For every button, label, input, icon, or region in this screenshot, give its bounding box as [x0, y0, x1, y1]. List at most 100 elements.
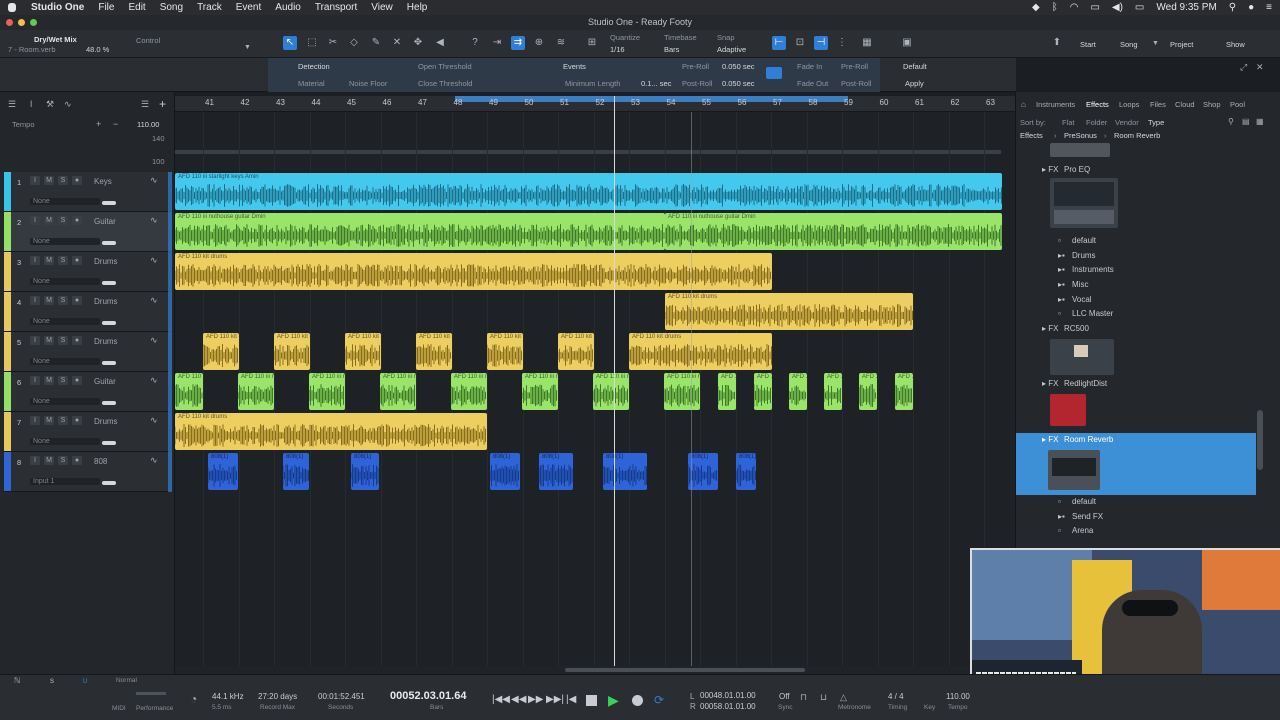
ruler-bar-number[interactable]: 52	[596, 98, 605, 107]
ripple-icon[interactable]: ≋	[554, 36, 568, 50]
track-record-button[interactable]: ●	[72, 176, 82, 185]
tempo-transport-value[interactable]: 110.00	[946, 692, 970, 701]
track-header[interactable]: 7 I M S ● Drums ∿ None	[4, 412, 172, 452]
browser-tab-loops[interactable]: Loops	[1119, 100, 1139, 109]
audio-clip[interactable]: AFD 110 kit drums	[345, 333, 381, 370]
sort-flat[interactable]: Flat	[1062, 118, 1075, 127]
bluetooth-icon[interactable]: ᛒ	[1052, 2, 1058, 13]
stop-button[interactable]	[586, 695, 597, 706]
ruler-bar-number[interactable]: 46	[383, 98, 392, 107]
browser-home-icon[interactable]: ⌂	[1021, 100, 1026, 109]
browser-item-rc500[interactable]: RC500	[1064, 324, 1089, 333]
track-color-swatch[interactable]	[4, 292, 11, 331]
audio-clip[interactable]: 808(1)	[603, 453, 647, 490]
track-list-menu-icon[interactable]: ☰	[8, 99, 16, 110]
audio-clip[interactable]: AFD 110 iii nuthouse guitar Dmin	[380, 373, 416, 410]
split-tool-icon[interactable]: ✂	[326, 36, 340, 50]
audio-clip[interactable]: AFD 110 iii nuthouse guitar Dmin	[309, 373, 345, 410]
menu-view[interactable]: View	[371, 2, 393, 13]
menu-app-name[interactable]: Studio One	[31, 2, 84, 13]
track-input-select[interactable]: None	[30, 398, 100, 405]
menu-song[interactable]: Song	[160, 2, 183, 13]
audio-clip[interactable]: AFD 110 kit drums	[487, 333, 523, 370]
sync-off-value[interactable]: Off	[779, 692, 790, 701]
track-header[interactable]: 8 I M S ● 808 ∿ Input 1	[4, 452, 172, 492]
track-monitor-button[interactable]: I	[30, 176, 40, 185]
sort-type[interactable]: Type	[1148, 118, 1164, 127]
browser-tab-effects[interactable]: Effects	[1086, 100, 1109, 109]
minimum-length-value[interactable]: 0.1... sec	[641, 79, 671, 88]
menu-audio[interactable]: Audio	[275, 2, 301, 13]
track-solo-button[interactable]: S	[58, 216, 68, 225]
browser-tab-cloud[interactable]: Cloud	[1175, 100, 1195, 109]
breadcrumb-presonus[interactable]: PreSonus	[1064, 131, 1097, 140]
track-name[interactable]: Guitar	[94, 377, 116, 386]
track-volume-knob[interactable]	[102, 241, 116, 245]
dropbox-icon[interactable]: ◆	[1032, 2, 1040, 13]
track-color-swatch[interactable]	[4, 452, 11, 491]
eraser-tool-icon[interactable]: ◇	[347, 36, 361, 50]
audio-clip[interactable]: AFD 110 kit drums	[558, 333, 594, 370]
audio-clip[interactable]: AFD 110 iii nuthouse guitar Dmin	[754, 373, 772, 410]
track-list-footer-icon[interactable]: ℕ	[14, 676, 20, 685]
song-dropdown-icon[interactable]: ▼	[1152, 40, 1159, 47]
listen-tool-icon[interactable]: ◀	[433, 36, 447, 50]
track-input-select[interactable]: None	[30, 278, 100, 285]
track-volume-knob[interactable]	[102, 361, 116, 365]
precount-icon[interactable]: ⊔	[820, 692, 827, 703]
track-mute-button[interactable]: M	[44, 296, 54, 305]
track-record-button[interactable]: ●	[72, 416, 82, 425]
browser-item-default[interactable]: default	[1072, 236, 1096, 245]
add-track-icon[interactable]: +	[159, 97, 166, 111]
audio-clip[interactable]: AFD 110 iii nuthouse guitar Dmin	[859, 373, 877, 410]
audio-clip[interactable]: AFD 110 iii starlight keys Amin	[175, 173, 1002, 210]
track-input-select[interactable]: None	[30, 438, 100, 445]
playhead-cursor[interactable]	[614, 96, 615, 674]
browser-item-send-fx-folder[interactable]: Send FX	[1072, 512, 1103, 521]
zoom-icon[interactable]: ⊕	[532, 36, 546, 50]
browser-item-drums-folder[interactable]: Drums	[1072, 251, 1096, 260]
ruler-bar-number[interactable]: 51	[560, 98, 569, 107]
audio-clip[interactable]: 808(1)	[283, 453, 309, 490]
post-roll-value[interactable]: 0.050 sec	[722, 79, 755, 88]
track-color-swatch[interactable]	[4, 252, 11, 291]
browser-item-arena[interactable]: Arena	[1072, 526, 1093, 535]
quantize-value[interactable]: 1/16	[610, 45, 625, 54]
track-color-swatch[interactable]	[4, 332, 11, 371]
track-name[interactable]: Drums	[94, 297, 118, 306]
help-icon[interactable]: ?	[468, 36, 482, 50]
horizontal-scrollbar[interactable]	[175, 666, 1015, 674]
track-monitor-button[interactable]: I	[30, 296, 40, 305]
bend-tool-icon[interactable]: ✥	[411, 36, 425, 50]
arrow-tool-icon[interactable]: ↖	[283, 36, 297, 50]
track-name[interactable]: Guitar	[94, 217, 116, 226]
tempo-add-icon[interactable]: +	[96, 119, 101, 129]
rewind-icon[interactable]: ◀◀	[511, 694, 526, 705]
menu-event[interactable]: Event	[236, 2, 262, 13]
track-volume-knob[interactable]	[102, 401, 116, 405]
track-header[interactable]: 6 I M S ● Guitar ∿ None	[4, 372, 172, 412]
track-automation-icon[interactable]: ∿	[150, 335, 158, 346]
track-input-select[interactable]: None	[30, 318, 100, 325]
forward-icon[interactable]: ▶▶	[528, 694, 543, 705]
track-volume-knob[interactable]	[102, 481, 116, 485]
snap-value[interactable]: Adaptive	[717, 45, 746, 54]
ruler-bar-number[interactable]: 48	[454, 98, 463, 107]
room-reverb-thumbnail[interactable]	[1048, 450, 1100, 490]
audio-clip[interactable]: AFD 110 iii nuthouse guitar Dmin	[895, 373, 913, 410]
inspector-toggle-icon[interactable]: ǀ	[30, 99, 32, 109]
track-volume-knob[interactable]	[102, 201, 116, 205]
track-solo-button[interactable]: S	[58, 456, 68, 465]
list-view-icon[interactable]: ☰	[141, 99, 149, 110]
range-tool-icon[interactable]: ⬚	[305, 36, 319, 50]
track-header[interactable]: 1 I M S ● Keys ∿ None	[4, 172, 172, 212]
tools-icon[interactable]: ⚒	[46, 99, 54, 110]
track-mute-button[interactable]: M	[44, 176, 54, 185]
ruler-bar-number[interactable]: 43	[276, 98, 285, 107]
track-name[interactable]: Drums	[94, 337, 118, 346]
track-header[interactable]: 2 I M S ● Guitar ∿ None	[4, 212, 172, 252]
audio-clip[interactable]: AFD 110 iii nuthouse guitar Dmin	[824, 373, 842, 410]
browser-scrollbar[interactable]	[1257, 410, 1263, 470]
track-record-button[interactable]: ●	[72, 456, 82, 465]
track-color-swatch[interactable]	[4, 372, 11, 411]
